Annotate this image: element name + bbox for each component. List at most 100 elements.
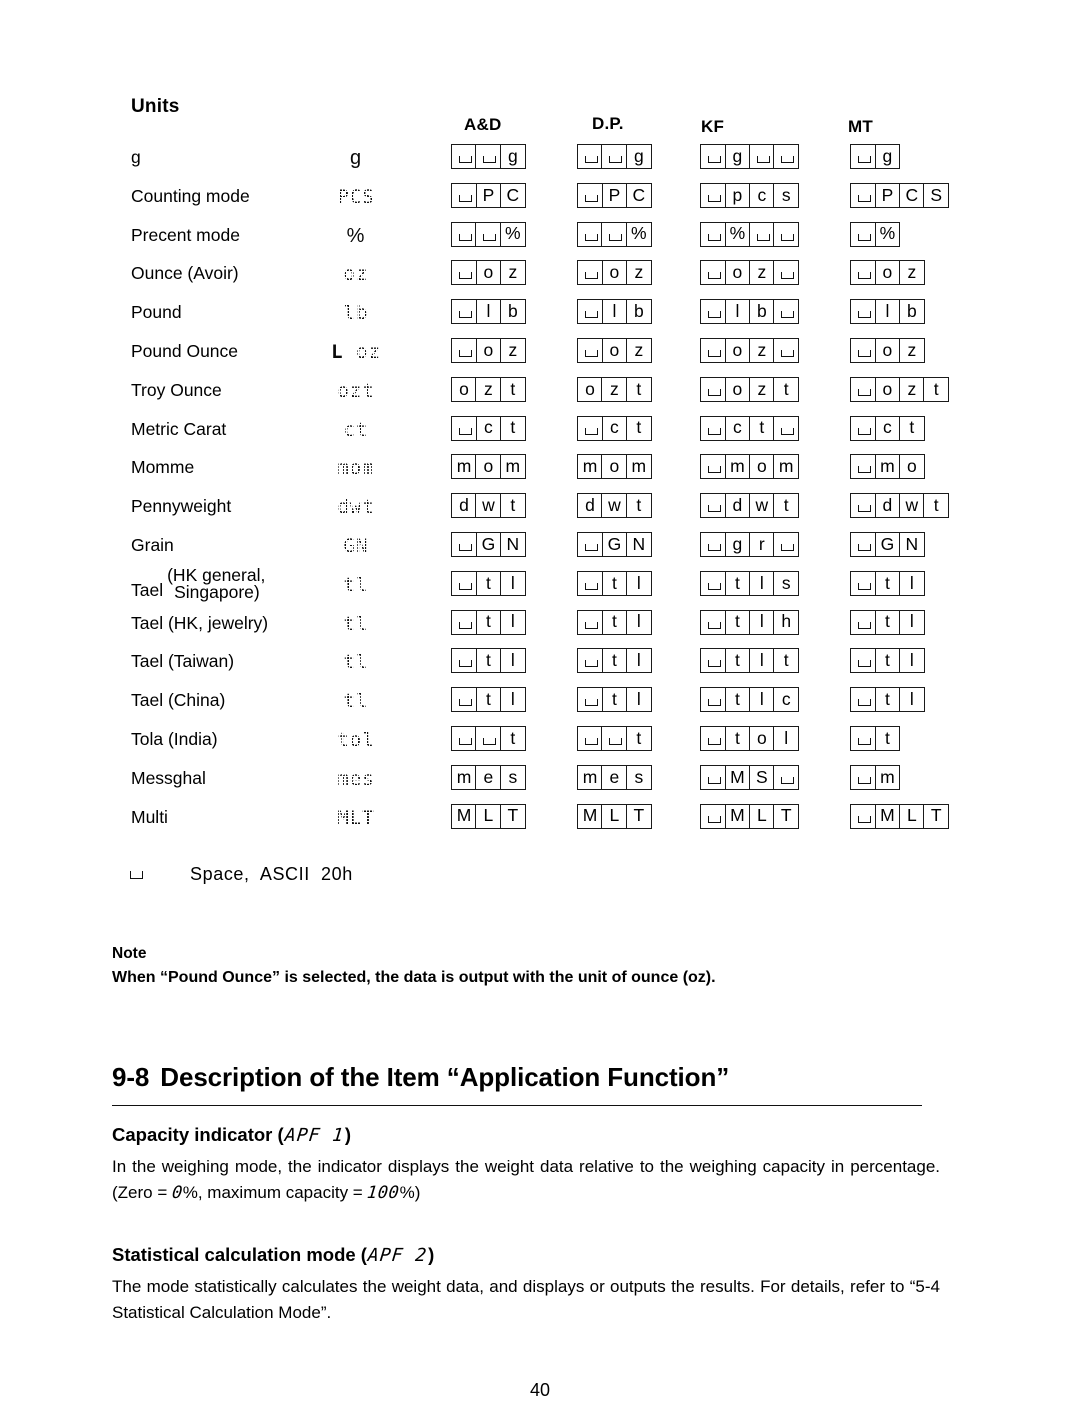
boxed-cell-char: % — [625, 221, 652, 247]
boxed-cell-char: l — [748, 687, 775, 713]
boxed-cell-space — [577, 609, 603, 635]
boxed-cell-char: t — [499, 726, 526, 751]
boxed-code-dp: % — [577, 221, 652, 247]
space-legend-text: Space, ASCII 20h — [190, 864, 353, 884]
unit-name: Multi — [131, 806, 168, 827]
unit-lcd-symbol: tl — [342, 689, 370, 714]
boxed-cell-space — [451, 532, 477, 557]
boxed-code-dp: tl — [577, 609, 652, 635]
boxed-cell-char: t — [773, 493, 800, 519]
boxed-cell-char: d — [451, 493, 477, 519]
boxed-code-ad: dwt — [451, 493, 526, 519]
boxed-cell-char: P — [601, 182, 628, 208]
boxed-cell-char: b — [748, 299, 775, 325]
boxed-cell-char: d — [577, 493, 603, 519]
units-table-row: Troy Ounce ozt o z t o z t o z t o z t — [0, 376, 1080, 416]
boxed-cell-space — [700, 376, 726, 402]
column-header-ad: A&D — [464, 115, 502, 134]
boxed-cell-char: T — [923, 803, 950, 829]
boxed-cell-char: t — [748, 415, 775, 441]
units-table-row: Tael (Taiwan) tl t l t l t l t t l — [0, 648, 1080, 687]
boxed-cell-space — [850, 260, 876, 286]
boxed-cell-char: w — [601, 493, 628, 519]
boxed-cell-space — [700, 687, 726, 713]
boxed-cell-char: M — [874, 803, 901, 829]
boxed-cell-char: l — [898, 648, 925, 674]
boxed-cell-space — [577, 260, 603, 286]
boxed-code-dp: oz — [577, 260, 652, 286]
boxed-code-dp: lb — [577, 299, 652, 325]
boxed-cell-char: e — [475, 764, 502, 790]
boxed-cell-space — [451, 648, 477, 674]
boxed-cell-space — [700, 803, 726, 829]
boxed-cell-char: t — [923, 493, 950, 519]
boxed-cell-char: % — [874, 221, 901, 247]
boxed-code-kf: MLT — [700, 803, 800, 829]
column-header-dp: D.P. — [592, 114, 624, 133]
boxed-cell-char: l — [724, 299, 751, 325]
boxed-cell-char: G — [601, 532, 628, 557]
boxed-cell-char: l — [499, 609, 526, 635]
units-table-row: Tael (HK general, Singapore) tl t l t l t l s t l — [0, 566, 1080, 610]
boxed-cell-char: l — [499, 570, 526, 596]
boxed-cell-char: t — [724, 726, 751, 751]
boxed-cell-char: c — [475, 415, 502, 441]
boxed-cell-space — [451, 687, 477, 713]
boxed-cell-space — [748, 221, 775, 247]
boxed-cell-char: o — [898, 454, 925, 480]
column-header-kf: KF — [701, 117, 725, 136]
units-table-row: Tael (China) tl t l t l t l c t l — [0, 687, 1080, 726]
boxed-cell-space — [451, 260, 477, 286]
boxed-code-kf: MS — [700, 764, 800, 790]
capacity-heading-code: APF 1 — [283, 1125, 345, 1146]
unit-lcd-symbol: tol — [336, 728, 376, 752]
boxed-cell-char: o — [475, 454, 502, 480]
boxed-code-mt: PCS — [850, 182, 950, 208]
boxed-cell-space — [700, 764, 726, 790]
boxed-cell-space — [700, 493, 726, 519]
boxed-cell-char: o — [451, 376, 477, 402]
boxed-code-dp: dwt — [577, 493, 652, 519]
unit-lcd-symbol: tl — [342, 572, 370, 597]
section-number: 9-8 — [112, 1062, 150, 1092]
boxed-cell-space — [850, 493, 876, 519]
boxed-code-mt: tl — [850, 687, 925, 713]
boxed-cell-char: t — [923, 376, 950, 402]
boxed-code-ad: MLT — [451, 803, 526, 829]
boxed-cell-char: o — [577, 376, 603, 402]
boxed-cell-char: m — [499, 454, 526, 480]
boxed-code-dp: mes — [577, 764, 652, 790]
boxed-cell-space — [850, 648, 876, 674]
boxed-code-mt: g — [850, 144, 901, 169]
boxed-cell-char: l — [601, 299, 628, 325]
boxed-cell-char: z — [748, 376, 775, 402]
boxed-code-dp: mom — [577, 454, 652, 480]
boxed-cell-space — [773, 338, 800, 363]
unit-name: Metric Carat — [131, 418, 227, 439]
boxed-code-kf: mom — [700, 454, 800, 480]
units-table-row: Metric Carat ct c t c t c t c t — [0, 415, 1080, 455]
boxed-cell-char: h — [773, 609, 800, 635]
boxed-cell-char: S — [923, 182, 950, 208]
units-table-row: Multi MLT M L T M L T M L T M L T — [0, 803, 1080, 843]
unit-lcd-symbol: oz — [342, 262, 370, 287]
boxed-cell-char: M — [451, 803, 477, 829]
units-table-row: Pennyweight dwt d w t d w t d w t d w t — [0, 493, 1080, 532]
unit-lcd-symbol: GN — [342, 534, 370, 558]
unit-name: Tola (India) — [131, 729, 218, 749]
boxed-cell-space — [773, 260, 800, 286]
boxed-cell-space — [700, 648, 726, 674]
boxed-cell-char: l — [625, 687, 652, 713]
boxed-cell-char: z — [475, 376, 502, 402]
unit-name: Ounce (Avoir) — [131, 263, 239, 284]
boxed-cell-space — [601, 144, 628, 169]
boxed-cell-char: m — [451, 454, 477, 480]
unit-lcd-symbol: dwt — [336, 495, 376, 520]
boxed-code-dp: t — [577, 726, 652, 751]
capacity-indicator-heading: Capacity indicator (APF 1) — [112, 1124, 351, 1146]
boxed-cell-char: c — [773, 687, 800, 713]
boxed-code-kf: ozt — [700, 376, 800, 402]
boxed-cell-char: d — [724, 493, 751, 519]
section-heading: 9-8 Description of the Item “Application … — [112, 1062, 729, 1093]
boxed-cell-char: g — [724, 144, 751, 169]
